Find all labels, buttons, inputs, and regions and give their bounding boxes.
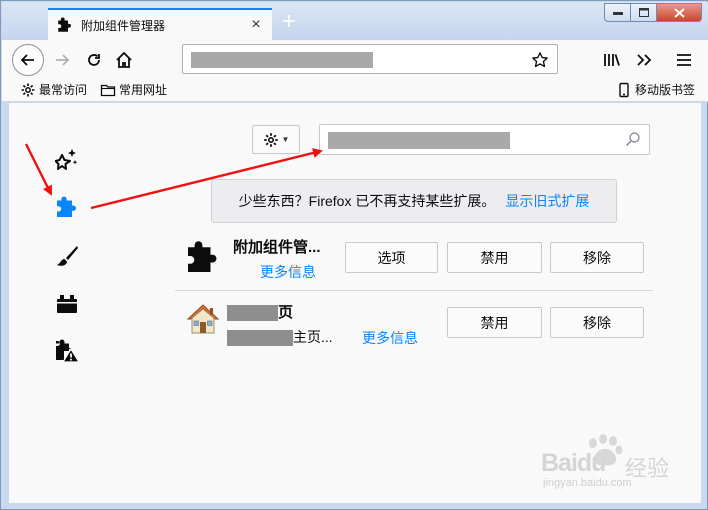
extension-description: 主页... xyxy=(227,327,333,347)
star-icon xyxy=(532,52,548,68)
puzzle-piece-icon xyxy=(57,196,76,217)
puzzle-piece-icon xyxy=(56,16,74,34)
close-icon xyxy=(673,7,685,18)
sparkle-puzzle-icon xyxy=(55,149,78,170)
bookmarks-toolbar: 最常访问 常用网址 移动版书签 xyxy=(2,78,708,102)
back-button[interactable] xyxy=(12,44,44,76)
redacted-search-text xyxy=(328,132,510,149)
redacted-description xyxy=(227,330,293,347)
puzzle-piece-icon xyxy=(185,239,225,279)
bookmark-label: 移动版书签 xyxy=(635,83,696,97)
category-recommendations[interactable] xyxy=(53,145,81,173)
hamburger-menu-button[interactable] xyxy=(670,46,698,74)
hamburger-icon xyxy=(677,54,691,66)
legacy-extensions-notice: 少些东西？Firefox 已不再支持某些扩展。 显示旧式扩展 xyxy=(211,179,617,223)
forward-button[interactable] xyxy=(48,46,76,74)
bookmark-mobile[interactable]: 移动版书签 xyxy=(616,81,695,98)
reload-icon xyxy=(88,54,100,66)
extension-name: 附加组件管... xyxy=(233,239,321,256)
tab-title: 附加组件管理器 xyxy=(81,18,166,33)
redacted-url xyxy=(191,52,373,68)
bookmark-folder-common-sites[interactable]: 常用网址 xyxy=(100,81,167,98)
tools-menu-button[interactable]: ▼ xyxy=(252,125,300,154)
new-tab-button[interactable]: + xyxy=(278,10,300,35)
double-chevron-right-icon xyxy=(637,54,652,66)
maximize-icon xyxy=(638,8,649,17)
addons-manager-content: ▼ 少些东西？Firefox 已不再支持某些扩展。 显示旧式扩展 附加组件管..… xyxy=(9,103,701,503)
addons-search-input[interactable] xyxy=(319,124,650,155)
disable-button[interactable]: 禁用 xyxy=(447,307,542,338)
search-icon xyxy=(625,131,641,150)
extension-name-suffix: 页 xyxy=(278,304,294,321)
extension-row: 页 主页... 更多信息 禁用 移除 xyxy=(175,293,653,355)
options-button[interactable]: 选项 xyxy=(345,242,438,273)
home-button[interactable] xyxy=(110,46,138,74)
arrow-left-icon xyxy=(20,54,34,66)
reload-button[interactable] xyxy=(80,46,108,74)
more-info-link[interactable]: 更多信息 xyxy=(362,328,418,348)
home-icon xyxy=(116,51,132,68)
puzzle-warning-icon xyxy=(56,339,80,363)
show-legacy-extensions-link[interactable]: 显示旧式扩展 xyxy=(505,191,589,211)
house-icon xyxy=(185,301,225,341)
tab-addons-manager[interactable]: 附加组件管理器 × xyxy=(48,8,272,40)
maximize-button[interactable] xyxy=(631,3,657,22)
library-button[interactable] xyxy=(598,46,626,74)
redacted-name xyxy=(227,305,278,322)
disable-button[interactable]: 禁用 xyxy=(447,242,542,273)
remove-button[interactable]: 移除 xyxy=(550,307,644,338)
minimize-button[interactable] xyxy=(604,3,631,22)
bookmark-label: 最常访问 xyxy=(39,83,88,97)
paintbrush-icon xyxy=(57,246,78,266)
browser-window: 附加组件管理器 × + 最常访问 常用网址 移动版书签 ▼ 少些东西？Firef… xyxy=(0,0,708,510)
bookmark-most-visited[interactable]: 最常访问 xyxy=(20,81,87,98)
extension-description-suffix: 主页... xyxy=(293,329,333,345)
folder-icon xyxy=(100,82,116,98)
tab-close-icon[interactable]: × xyxy=(248,17,264,33)
gear-icon xyxy=(263,132,278,147)
more-info-link[interactable]: 更多信息 xyxy=(260,262,316,282)
arrow-right-icon xyxy=(56,54,70,66)
navigation-bar xyxy=(2,40,708,78)
category-plugins[interactable] xyxy=(53,290,81,318)
url-bar[interactable] xyxy=(182,44,558,74)
category-legacy-extensions[interactable] xyxy=(53,337,81,365)
remove-button[interactable]: 移除 xyxy=(550,242,644,273)
gear-icon xyxy=(20,82,36,98)
tab-strip: 附加组件管理器 × + xyxy=(2,2,708,40)
category-extensions[interactable] xyxy=(53,193,81,221)
notice-text: 少些东西？Firefox 已不再支持某些扩展。 xyxy=(238,193,496,209)
overflow-menu-button[interactable] xyxy=(630,46,658,74)
plugin-icon xyxy=(57,295,77,313)
bookmark-label: 常用网址 xyxy=(119,83,168,97)
minimize-icon xyxy=(612,11,623,15)
window-controls xyxy=(604,3,702,22)
bookmark-star-button[interactable] xyxy=(529,49,551,71)
extension-name: 页 xyxy=(227,301,293,322)
caret-down-icon: ▼ xyxy=(281,135,290,144)
library-icon xyxy=(604,54,620,66)
close-window-button[interactable] xyxy=(657,3,702,22)
extension-row: 附加组件管... 更多信息 选项 禁用 移除 xyxy=(175,229,653,291)
category-themes[interactable] xyxy=(53,242,81,270)
mobile-icon xyxy=(616,82,632,98)
